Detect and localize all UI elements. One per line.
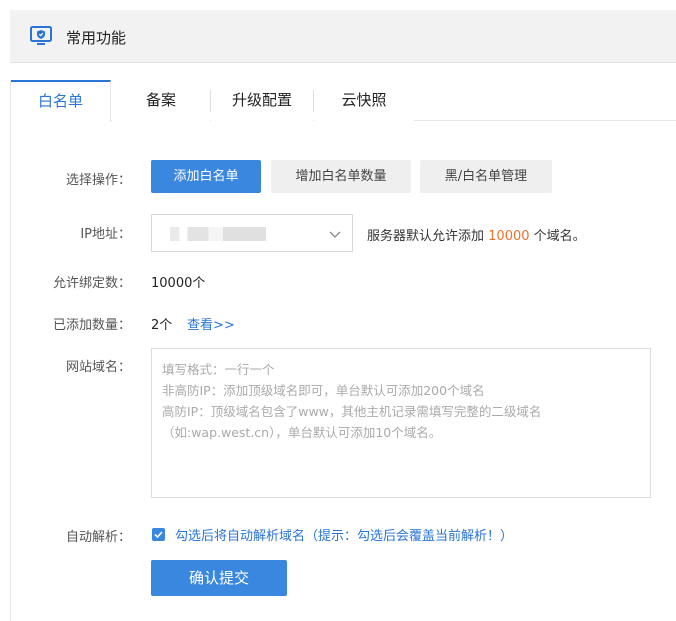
- view-added-link[interactable]: 查看>>: [187, 314, 235, 333]
- tab-beian[interactable]: 备案: [112, 80, 210, 121]
- added-count-value: 2个: [151, 318, 173, 333]
- ip-label: IP地址：: [80, 227, 131, 242]
- main-panel: 白名单 备案 升级配置 云快照 选择操作： 添加白名单 增加白名单数量 黑/白名…: [10, 80, 676, 621]
- ip-note: 服务器默认允许添加 10000 个域名。: [367, 229, 586, 244]
- tab-whitelist[interactable]: 白名单: [11, 80, 111, 122]
- submit-button[interactable]: 确认提交: [151, 560, 287, 596]
- page-title: 常用功能: [66, 29, 127, 47]
- operation-label: 选择操作：: [65, 173, 131, 188]
- chevron-down-icon: [329, 231, 341, 238]
- increase-whitelist-count-button[interactable]: 增加白名单数量: [271, 160, 411, 193]
- domains-textarea[interactable]: [151, 348, 651, 498]
- add-whitelist-button[interactable]: 添加白名单: [151, 160, 261, 193]
- auto-resolve-text[interactable]: 勾选后将自动解析域名（提示：勾选后会覆盖当前解析！）: [175, 525, 513, 544]
- ip-select[interactable]: [151, 214, 353, 252]
- ip-note-count: 10000: [488, 229, 530, 244]
- auto-resolve-checkbox[interactable]: [152, 528, 165, 541]
- allowed-count-label: 允许绑定数：: [52, 276, 131, 291]
- page-header: 常用功能: [10, 10, 676, 63]
- auto-resolve-label: 自动解析：: [65, 530, 131, 545]
- allowed-count-value: 10000个: [151, 276, 206, 291]
- check-icon: [154, 531, 163, 539]
- tab-bar: 白名单 备案 升级配置 云快照: [11, 80, 676, 122]
- ip-value-redacted: [170, 227, 266, 241]
- black-white-list-manage-button[interactable]: 黑/白名单管理: [420, 160, 552, 193]
- domains-label: 网站域名：: [65, 360, 131, 375]
- tab-upgrade-config[interactable]: 升级配置: [211, 80, 313, 121]
- tab-cloud-snapshot[interactable]: 云快照: [314, 80, 414, 121]
- monitor-shield-icon: [30, 26, 52, 45]
- added-count-label: 已添加数量：: [52, 318, 131, 333]
